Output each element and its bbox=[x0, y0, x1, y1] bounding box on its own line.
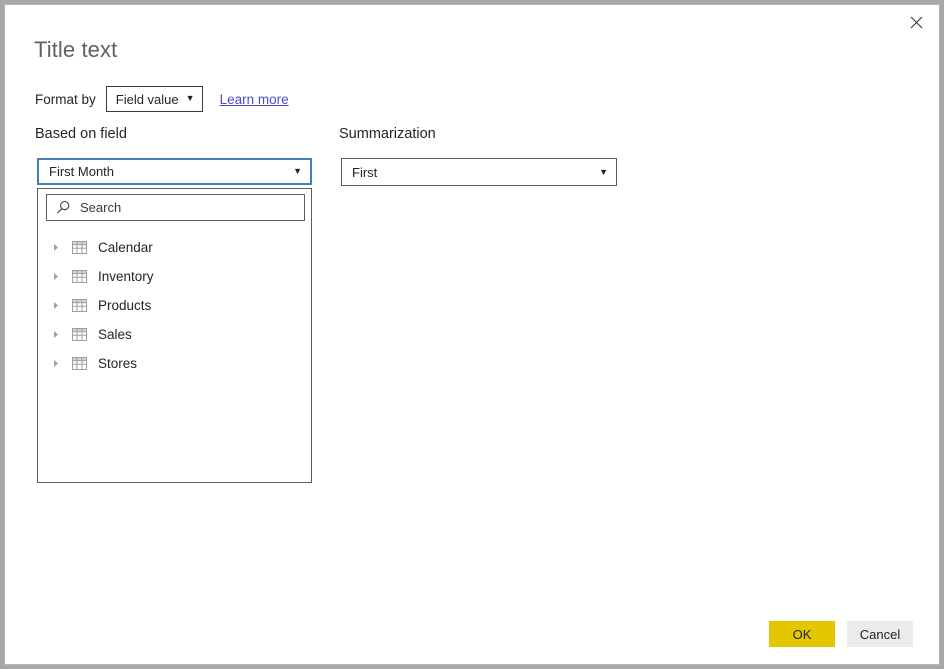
table-icon bbox=[68, 299, 90, 312]
list-item[interactable]: Calendar bbox=[38, 233, 311, 262]
table-icon bbox=[68, 270, 90, 283]
summarization-select[interactable]: First ▼ bbox=[341, 158, 617, 186]
summarization-label: Summarization bbox=[339, 126, 436, 142]
format-by-selected-value: Field value bbox=[115, 91, 179, 107]
list-item[interactable]: Sales bbox=[38, 320, 311, 349]
format-by-label: Format by bbox=[35, 91, 96, 107]
ok-button[interactable]: OK bbox=[769, 621, 835, 647]
list-item[interactable]: Products bbox=[38, 291, 311, 320]
based-on-field-select[interactable]: First Month ▼ bbox=[37, 158, 312, 185]
search-icon bbox=[57, 200, 70, 214]
table-icon bbox=[68, 241, 90, 254]
field-picker-dropdown: Calendar Inventory bbox=[37, 188, 312, 483]
chevron-right-icon[interactable] bbox=[52, 272, 68, 281]
based-on-field-label: Based on field bbox=[35, 126, 127, 142]
chevron-down-icon: ▼ bbox=[599, 166, 608, 177]
summarization-selected-value: First bbox=[352, 164, 378, 180]
chevron-down-icon: ▼ bbox=[293, 166, 302, 176]
table-icon bbox=[68, 328, 90, 341]
close-icon bbox=[910, 16, 922, 28]
list-item-label: Inventory bbox=[98, 269, 154, 284]
cancel-button[interactable]: Cancel bbox=[847, 621, 913, 647]
field-tree[interactable]: Calendar Inventory Products Sales Stores bbox=[38, 229, 311, 482]
learn-more-link[interactable]: Learn more bbox=[220, 92, 289, 107]
chevron-right-icon[interactable] bbox=[52, 243, 68, 252]
format-by-select[interactable]: Field value ▼ bbox=[105, 86, 203, 112]
table-icon bbox=[68, 357, 90, 370]
format-by-row: Format by Field value ▼ Learn more bbox=[35, 85, 289, 113]
page-title: Title text bbox=[34, 37, 118, 62]
list-item-label: Products bbox=[98, 298, 152, 313]
chevron-right-icon[interactable] bbox=[52, 330, 68, 339]
list-item-label: Calendar bbox=[98, 240, 153, 255]
close-button[interactable] bbox=[899, 7, 933, 37]
list-item[interactable]: Inventory bbox=[38, 262, 311, 291]
list-item[interactable]: Stores bbox=[38, 349, 311, 378]
chevron-right-icon[interactable] bbox=[52, 301, 68, 310]
search-input[interactable] bbox=[71, 195, 304, 220]
chevron-right-icon[interactable] bbox=[52, 359, 68, 368]
list-item-label: Sales bbox=[98, 327, 132, 342]
based-on-field-selected-value: First Month bbox=[49, 164, 115, 179]
format-by-field-value-dialog: Title text Format by Field value ▼ Learn… bbox=[4, 4, 940, 665]
chevron-down-icon: ▼ bbox=[185, 92, 195, 103]
search-box[interactable] bbox=[46, 194, 305, 221]
list-item-label: Stores bbox=[98, 356, 138, 371]
